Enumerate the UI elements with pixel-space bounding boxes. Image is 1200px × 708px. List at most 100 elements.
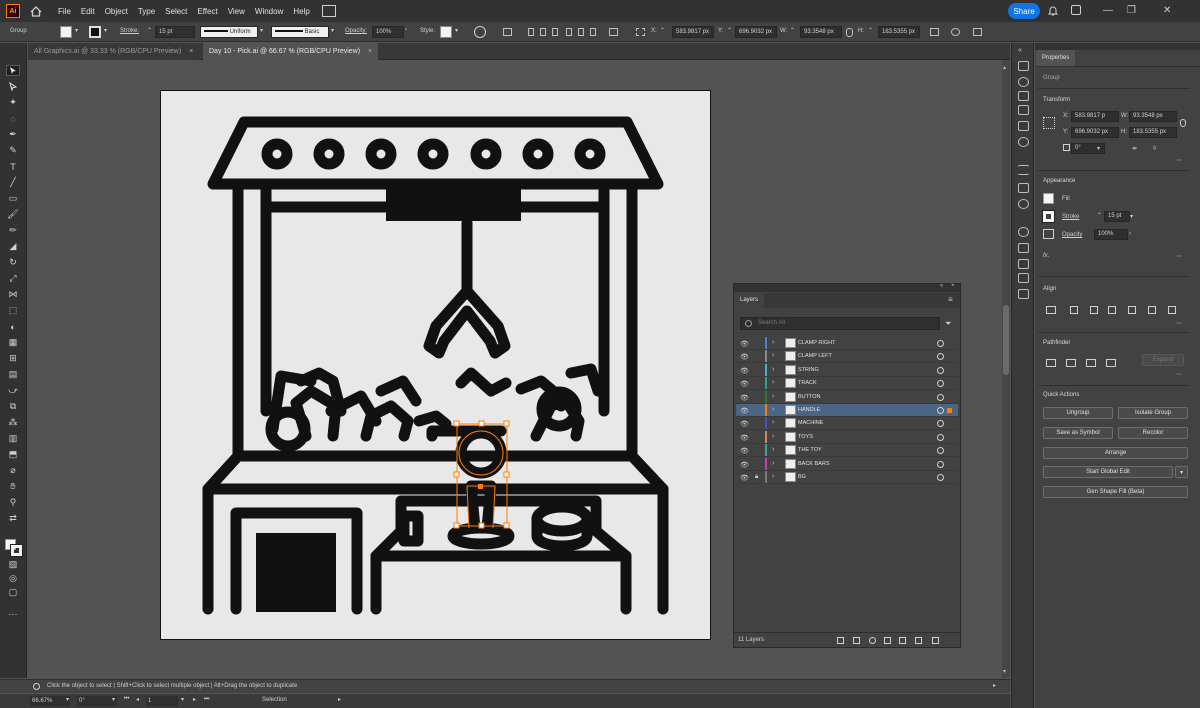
prev-artboard-icon[interactable]: ◂ [136, 696, 139, 703]
filter-icon[interactable]: ⏷ [945, 319, 951, 329]
y-stepper-icon[interactable]: ⌃ [727, 27, 732, 34]
menu-type[interactable]: Type [138, 7, 155, 16]
tab-day-10-pick[interactable]: Day 10 - Pick.ai @ 66.67 % (RGB/CPU Prev… [203, 43, 379, 60]
constrain-icon[interactable] [1180, 119, 1186, 127]
visibility-eye-icon[interactable]: 👁︎ [740, 367, 749, 375]
stroke-weight-field[interactable]: 15 pt [1104, 211, 1130, 222]
artboard[interactable] [160, 90, 711, 640]
x-stepper-icon[interactable]: ⌃ [660, 27, 665, 34]
more-align-icon[interactable]: ⋯ [1176, 320, 1182, 327]
align-bottom-icon[interactable] [590, 28, 596, 36]
exclude-icon[interactable] [1106, 359, 1116, 367]
style-dropdown-icon[interactable]: ▾ [455, 27, 458, 34]
align-bottom-icon[interactable] [1168, 306, 1176, 314]
paintbrush-tool-icon[interactable]: 🖌︎ [6, 209, 20, 220]
expand-layer-icon[interactable]: › [772, 460, 774, 467]
expand-layer-icon[interactable]: › [772, 419, 774, 426]
target-circle-icon[interactable] [937, 340, 944, 347]
expand-layer-icon[interactable]: › [772, 446, 774, 453]
variable-width-profile[interactable]: Uniform [200, 26, 258, 38]
visibility-eye-icon[interactable]: 👁︎ [740, 420, 749, 428]
asset-export-icon[interactable] [1018, 289, 1029, 299]
expand-layer-icon[interactable]: › [772, 473, 774, 480]
opacity-field[interactable]: 100% [372, 26, 404, 38]
brush-dropdown-icon[interactable]: ▾ [331, 27, 334, 34]
align-icon[interactable] [503, 28, 512, 36]
layer-row[interactable]: 👁︎ 🔒︎ › BG [736, 471, 958, 484]
layer-row[interactable]: 👁︎ › STRING [736, 363, 958, 377]
layer-row[interactable]: 👁︎ › TOYS [736, 430, 958, 444]
tab-layers[interactable]: Layers [734, 293, 765, 308]
column-graph-tool-icon[interactable]: ▥ [6, 433, 20, 444]
magic-wand-tool-icon[interactable]: ✦ [6, 97, 20, 108]
panel-menu-icon[interactable]: ≡ [948, 295, 953, 304]
start-global-edit-button[interactable]: Start Global Edit [1043, 466, 1173, 478]
menu-window[interactable]: Window [255, 7, 283, 16]
menu-effect[interactable]: Effect [197, 7, 217, 16]
current-tool-label[interactable]: Selection [262, 697, 287, 703]
search-help-icon[interactable] [1071, 5, 1081, 15]
stroke-label[interactable]: Stroke [1062, 214, 1079, 220]
expand-layer-icon[interactable]: › [772, 406, 774, 413]
layer-name[interactable]: BG [798, 474, 806, 480]
zoom-dropdown-icon[interactable]: ▾ [66, 696, 69, 703]
draw-mode-icon[interactable]: ◎ [6, 573, 20, 584]
screen-mode-icon[interactable]: ▢ [6, 587, 20, 598]
rotate-dropdown-icon[interactable]: ▾ [1097, 145, 1100, 152]
visibility-eye-icon[interactable]: 👁︎ [740, 380, 749, 388]
appearance-panel-icon[interactable] [1018, 227, 1029, 237]
menu-select[interactable]: Select [165, 7, 187, 16]
layer-row[interactable]: 👁︎ › BUTTON [736, 390, 958, 404]
menu-object[interactable]: Object [105, 7, 128, 16]
stroke-swatch[interactable] [1042, 210, 1055, 223]
bell-icon[interactable] [1047, 5, 1059, 18]
h-field[interactable]: 183.5355 px [1129, 127, 1177, 138]
target-circle-icon[interactable] [937, 380, 944, 388]
tab-properties[interactable]: Properties [1036, 50, 1076, 66]
visibility-eye-icon[interactable]: 👁︎ [740, 461, 749, 469]
lock-icon[interactable]: 🔒︎ [755, 474, 758, 481]
visibility-eye-icon[interactable]: 👁︎ [740, 394, 749, 402]
visibility-eye-icon[interactable]: 👁︎ [740, 353, 749, 361]
zoom-field[interactable]: 66.67% [30, 696, 70, 706]
edit-toolbar-icon[interactable]: ⋯ [6, 609, 20, 620]
layers-panel-icon[interactable] [1018, 259, 1029, 269]
hand-tool-icon[interactable]: ✋︎ [6, 481, 20, 492]
more-options-icon[interactable] [973, 28, 982, 36]
shape-builder-tool-icon[interactable]: ◐ [6, 321, 20, 332]
stroke-weight-field[interactable]: 15 pt [155, 26, 195, 38]
delete-layer-icon[interactable] [932, 637, 939, 644]
expand-layer-icon[interactable]: › [772, 433, 774, 440]
flip-vertical-icon[interactable]: ⇳ [1152, 145, 1157, 152]
align-left-icon[interactable] [1070, 306, 1078, 314]
restore-button[interactable]: ❐ [1127, 5, 1136, 16]
target-circle-icon[interactable] [937, 433, 944, 441]
target-circle-icon[interactable] [937, 353, 944, 361]
artboards-panel-icon[interactable] [1018, 273, 1029, 283]
close-tab-icon[interactable]: × [189, 48, 193, 55]
layer-name[interactable]: CLAMP RIGHT [798, 340, 836, 346]
h-stepper-icon[interactable]: ⌃ [868, 27, 873, 34]
visibility-eye-icon[interactable]: 👁︎ [740, 434, 749, 442]
layer-name[interactable]: TRACK [798, 380, 817, 386]
fx-icon[interactable]: fx. [1043, 253, 1049, 259]
stroke-label[interactable]: Stroke: [120, 28, 139, 34]
blend-tool-icon[interactable]: ⧉ [6, 401, 20, 412]
opacity-field[interactable]: 100% [1094, 229, 1128, 240]
target-circle-icon[interactable] [937, 393, 944, 401]
constrain-proportions-icon[interactable] [846, 28, 853, 37]
next-artboard-icon[interactable]: ▸ [193, 696, 196, 703]
visibility-eye-icon[interactable]: 👁︎ [740, 407, 749, 415]
rotate-tool-icon[interactable]: ↻ [6, 257, 20, 268]
layer-name[interactable]: TOYS [798, 434, 813, 440]
layers-search-input[interactable]: Search All [740, 317, 940, 330]
transform-icon[interactable] [930, 28, 939, 36]
fill-swatch[interactable] [1043, 193, 1054, 204]
selection-tool-icon[interactable] [6, 65, 20, 76]
x-field[interactable]: 583.9817 p [1071, 111, 1119, 122]
layer-name[interactable]: MACHINE [798, 420, 823, 426]
opacity-arrow-icon[interactable]: › [405, 27, 407, 33]
collapse-panel-icon[interactable]: « [940, 283, 943, 289]
rotation-field[interactable]: 0° [77, 696, 117, 706]
last-artboard-icon[interactable]: ⏭ [204, 696, 209, 703]
